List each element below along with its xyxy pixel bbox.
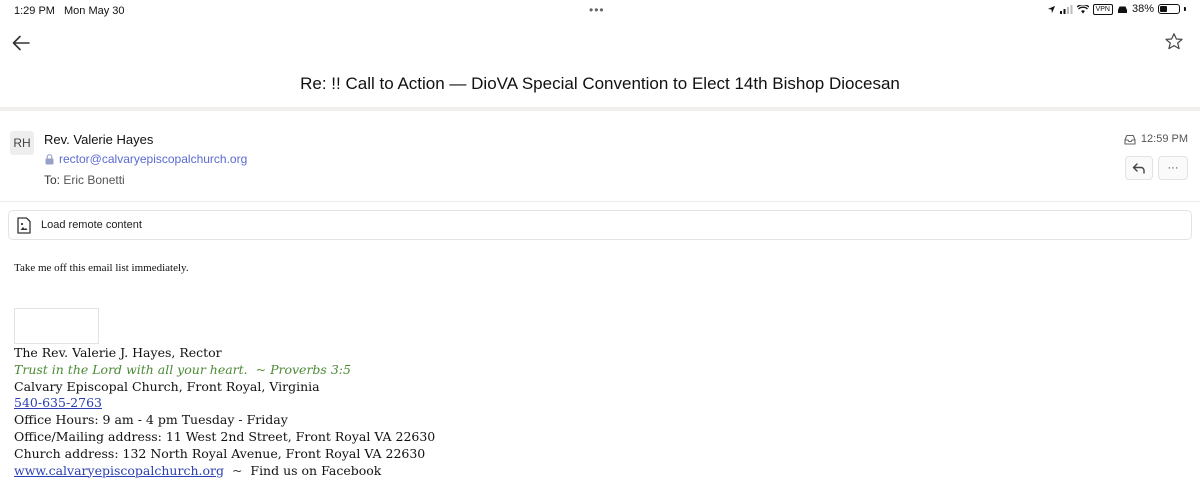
image-document-icon <box>17 216 31 234</box>
received-time-row: 12:59 PM <box>1124 133 1188 145</box>
to-label: To: <box>44 173 61 187</box>
multitasking-dots[interactable]: ••• <box>589 3 605 17</box>
car-icon <box>1117 6 1127 13</box>
verse-text: Trust in the Lord with all your heart. <box>14 361 248 377</box>
header-divider <box>0 201 1200 202</box>
cellular-signal-icon <box>1059 4 1073 14</box>
recipients-row: To: Eric Bonetti <box>44 173 125 187</box>
received-time: 12:59 PM <box>1140 133 1188 145</box>
email-body-text: Take me off this email list immediately. <box>14 262 189 274</box>
star-outline-icon[interactable] <box>1164 32 1184 52</box>
avatar[interactable]: RH <box>10 131 34 155</box>
reply-icon <box>1132 163 1145 174</box>
wifi-icon <box>1076 4 1089 13</box>
battery-icon <box>1158 4 1180 14</box>
email-signature: The Rev. Valerie J. Hayes, Rector Trust … <box>14 345 435 479</box>
load-remote-content-button[interactable]: Load remote content <box>8 210 1192 240</box>
links-separator: ~ <box>231 462 243 478</box>
signature-mailing-address: Office/Mailing address: 11 West 2nd Stre… <box>14 428 436 444</box>
lock-icon <box>45 153 54 164</box>
phone-link[interactable]: 540-635-2763 <box>14 395 102 410</box>
battery-tip <box>1184 7 1186 11</box>
signature-links-row: www.calvaryepiscopalchurch.org ~ Find us… <box>14 463 435 480</box>
verse-separator: ~ <box>255 361 267 377</box>
email-subject: Re: !! Call to Action — DioVA Special Co… <box>300 74 900 93</box>
status-indicators: VPN 38% <box>1047 3 1186 15</box>
battery-percent: 38% <box>1131 3 1154 15</box>
inbox-icon <box>1124 134 1136 145</box>
status-bar: 1:29 PM Mon May 30 ••• VPN 38% <box>0 0 1200 22</box>
signature-church: Calvary Episcopal Church, Front Royal, V… <box>14 378 320 394</box>
signature-verse: Trust in the Lord with all your heart. ~… <box>14 362 435 379</box>
sender-email[interactable]: rector@calvaryepiscopalchurch.org <box>59 152 247 166</box>
verse-reference: Proverbs 3:5 <box>270 361 351 377</box>
signature-name: The Rev. Valerie J. Hayes, Rector <box>14 345 222 360</box>
sender-email-row[interactable]: rector@calvaryepiscopalchurch.org <box>45 152 247 166</box>
more-actions-button[interactable]: ··· <box>1158 156 1188 180</box>
vpn-badge: VPN <box>1092 3 1113 15</box>
nav-bar <box>0 28 1200 58</box>
arrow-left-icon[interactable] <box>10 32 32 54</box>
reply-button[interactable] <box>1125 156 1153 180</box>
location-arrow-icon <box>1047 5 1055 13</box>
website-link[interactable]: www.calvaryepiscopalchurch.org <box>14 463 224 478</box>
load-remote-content-label: Load remote content <box>41 219 142 231</box>
subject-divider <box>0 107 1200 111</box>
signature-image-placeholder <box>14 308 99 344</box>
sender-name[interactable]: Rev. Valerie Hayes <box>44 132 153 147</box>
status-time: 1:29 PM <box>14 5 55 17</box>
status-date: Mon May 30 <box>64 5 125 17</box>
signature-office-hours: Office Hours: 9 am - 4 pm Tuesday - Frid… <box>14 412 288 428</box>
signature-church-address: Church address: 132 North Royal Avenue, … <box>14 445 426 461</box>
facebook-link[interactable]: Find us on Facebook <box>250 463 381 478</box>
recipient-name[interactable]: Eric Bonetti <box>63 173 124 187</box>
